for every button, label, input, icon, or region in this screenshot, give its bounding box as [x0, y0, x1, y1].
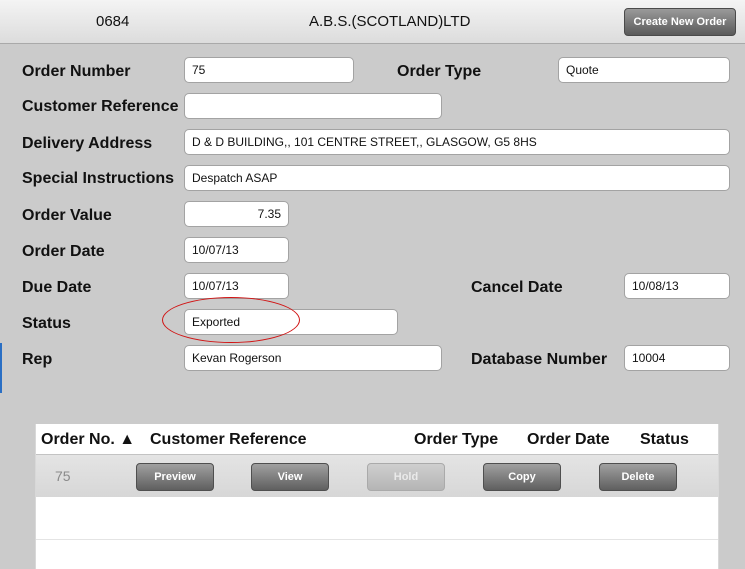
column-header-status[interactable]: Status: [640, 431, 689, 449]
database-number-label: Database Number: [471, 351, 608, 368]
special-instructions-label: Special Instructions: [22, 170, 175, 187]
customer-reference-label: Customer Reference: [22, 98, 179, 115]
rep-label: Rep: [22, 351, 53, 368]
left-edge-indicator: [0, 343, 2, 393]
column-header-order-no[interactable]: Order No. ▲: [41, 431, 135, 449]
delete-button[interactable]: Delete: [599, 463, 677, 491]
order-date-field[interactable]: 10/07/13: [184, 237, 289, 263]
delivery-address-field[interactable]: D & D BUILDING,, 101 CENTRE STREET,, GLA…: [184, 129, 730, 155]
company-name: A.B.S.(SCOTLAND)LTD: [309, 13, 471, 30]
hold-button[interactable]: Hold: [367, 463, 445, 491]
preview-button[interactable]: Preview: [136, 463, 214, 491]
create-new-order-button[interactable]: Create New Order: [624, 8, 736, 36]
order-type-label: Order Type: [397, 63, 482, 80]
table-row[interactable]: 75 Preview View Hold Copy Delete: [36, 454, 718, 498]
column-header-customer-reference[interactable]: Customer Reference: [150, 431, 307, 449]
special-instructions-field[interactable]: Despatch ASAP: [184, 165, 730, 191]
view-button[interactable]: View: [251, 463, 329, 491]
customer-reference-field[interactable]: [184, 93, 442, 119]
due-date-label: Due Date: [22, 279, 92, 296]
row-order-number: 75: [55, 468, 71, 484]
column-header-order-type[interactable]: Order Type: [414, 431, 498, 449]
user-code: 0684: [96, 13, 130, 30]
copy-button[interactable]: Copy: [483, 463, 561, 491]
cancel-date-field[interactable]: 10/08/13: [624, 273, 730, 299]
rep-field[interactable]: Kevan Rogerson: [184, 345, 442, 371]
order-type-field[interactable]: Quote: [558, 57, 730, 83]
status-label: Status: [22, 315, 71, 332]
delivery-address-label: Delivery Address: [22, 135, 153, 152]
database-number-field[interactable]: 10004: [624, 345, 730, 371]
due-date-field[interactable]: 10/07/13: [184, 273, 289, 299]
order-date-label: Order Date: [22, 243, 105, 260]
table-row-empty: [36, 497, 718, 540]
cancel-date-label: Cancel Date: [471, 279, 563, 296]
order-number-field[interactable]: 75: [184, 57, 354, 83]
top-bar: 0684 A.B.S.(SCOTLAND)LTD Create New Orde…: [0, 0, 745, 44]
status-field[interactable]: Exported: [184, 309, 398, 335]
orders-table: Order No. ▲ Customer Reference Order Typ…: [35, 424, 719, 569]
column-header-order-date[interactable]: Order Date: [527, 431, 610, 449]
order-number-label: Order Number: [22, 63, 131, 80]
order-value-label: Order Value: [22, 207, 112, 224]
order-value-field[interactable]: 7.35: [184, 201, 289, 227]
